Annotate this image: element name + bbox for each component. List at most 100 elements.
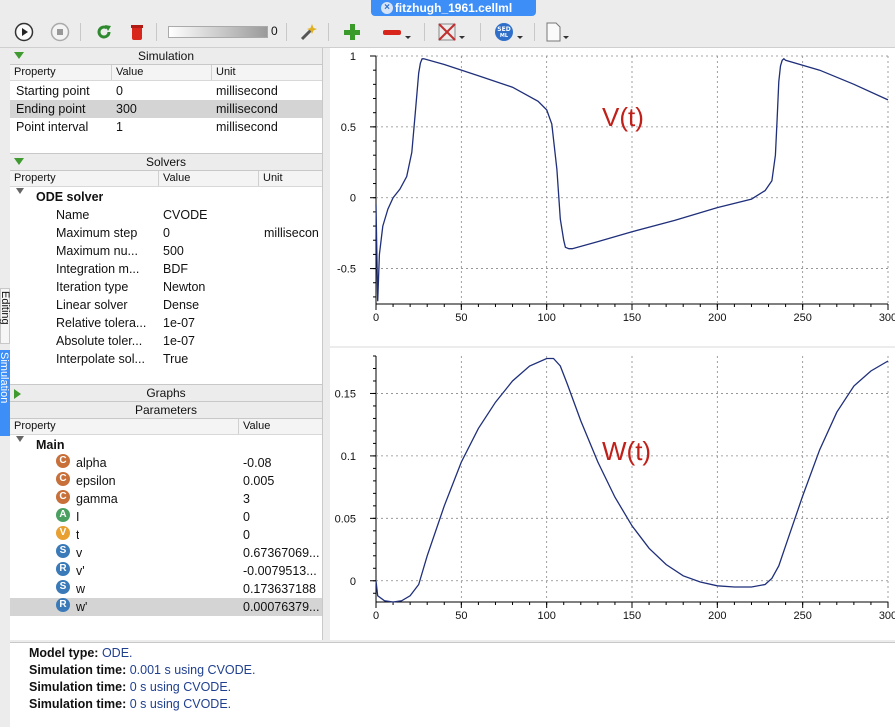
graph-panels: 0 50 100 150 200 250 300 -0.5 0 0.5 1 V(t) 0 50 100 15… <box>330 48 895 640</box>
solver-property-row[interactable]: Relative tolera... 1e-07 <box>10 314 322 332</box>
clear-data-button[interactable] <box>125 21 149 43</box>
solver-property-row[interactable]: Absolute toler... 1e-07 <box>10 332 322 350</box>
parameters-column-headers: Property Value <box>10 419 322 435</box>
parameter-row[interactable]: Rw' 0.00076379... <box>10 598 322 616</box>
parameter-row[interactable]: Rv' -0.0079513... <box>10 562 322 580</box>
parameter-row[interactable]: Vt 0 <box>10 526 322 544</box>
property-value[interactable]: 0 <box>163 224 255 242</box>
add-graph-panel-button[interactable] <box>340 21 364 43</box>
rate-icon: R <box>56 598 70 612</box>
y-tick-label: 0.15 <box>335 388 356 400</box>
graph-panel-w[interactable]: 0 50 100 150 200 250 300 0 0.05 0.1 0.15 W(t) <box>330 348 895 640</box>
parameter-row[interactable]: AI 0 <box>10 508 322 526</box>
file-tab[interactable]: × fitzhugh_1961.cellml <box>371 0 536 16</box>
close-tab-icon[interactable]: × <box>381 2 393 14</box>
log-label: Simulation time: <box>29 663 127 677</box>
simulation-section-header[interactable]: Simulation <box>10 48 322 65</box>
graph-panel-v[interactable]: 0 50 100 150 200 250 300 -0.5 0 0.5 1 V(t) <box>330 48 895 346</box>
property-value[interactable]: BDF <box>163 260 255 278</box>
property-label: Starting point <box>16 84 90 98</box>
cellml-export-button[interactable] <box>544 21 570 43</box>
parameter-row[interactable]: Cepsilon 0.005 <box>10 472 322 490</box>
parameter-value[interactable]: -0.08 <box>243 454 321 472</box>
x-tick-label: 0 <box>373 610 379 622</box>
trash-icon <box>131 25 143 40</box>
stop-icon <box>50 22 70 42</box>
simulation-row-point-interval[interactable]: Point interval 1 millisecond <box>10 118 322 136</box>
property-value[interactable]: 500 <box>163 242 255 260</box>
collapsed-icon <box>14 389 21 399</box>
sedml-export-button[interactable]: SED ML <box>492 21 526 43</box>
property-value[interactable]: Newton <box>163 278 255 296</box>
ode-solver-group[interactable]: ODE solver <box>10 188 322 206</box>
parameter-value[interactable]: 0.67367069... <box>243 544 321 562</box>
x-tick-label: 250 <box>793 610 811 622</box>
constant-icon: C <box>56 472 70 486</box>
parameter-value[interactable]: 3 <box>243 490 321 508</box>
series-line <box>375 357 889 603</box>
parameter-value[interactable]: -0.0079513... <box>243 562 321 580</box>
property-label: Maximum nu... <box>56 244 138 258</box>
parameter-value[interactable]: 0.173637188 <box>243 580 321 598</box>
property-value[interactable]: Dense <box>163 296 255 314</box>
remove-graph-panel-button[interactable] <box>380 21 414 43</box>
graphs-section-header[interactable]: Graphs <box>10 384 322 402</box>
simulation-results-export-button[interactable] <box>436 21 468 43</box>
parameter-row[interactable]: Sv 0.67367069... <box>10 544 322 562</box>
reload-icon <box>97 25 111 39</box>
stop-button[interactable] <box>48 21 72 43</box>
solver-property-row[interactable]: Name CVODE <box>10 206 322 224</box>
x-tick-label: 50 <box>455 312 467 324</box>
property-value[interactable]: CVODE <box>163 206 255 224</box>
w-plot[interactable]: 0 50 100 150 200 250 300 0 0.05 0.1 0.15 W(t) <box>330 348 895 640</box>
x-tick-label: 150 <box>623 312 641 324</box>
delay-slider[interactable] <box>168 26 268 38</box>
solvers-section-header[interactable]: Solvers <box>10 153 322 171</box>
svg-text:SED: SED <box>497 26 510 33</box>
toolbar: 0 SED ML <box>0 17 895 48</box>
parameter-row[interactable]: Sw 0.173637188 <box>10 580 322 598</box>
property-value[interactable]: 0 <box>116 82 123 100</box>
development-mode-button[interactable] <box>296 21 320 43</box>
expand-icon <box>14 158 24 165</box>
simulation-row-starting-point[interactable]: Starting point 0 millisecond <box>10 82 322 100</box>
property-label: Ending point <box>16 102 86 116</box>
property-label: Maximum step <box>56 226 138 240</box>
log-value: 0 s using CVODE. <box>129 680 232 694</box>
simulation-side-tab[interactable]: Simulation <box>0 350 10 436</box>
parameter-value[interactable]: 0 <box>243 508 321 526</box>
collapse-icon[interactable] <box>16 436 24 442</box>
property-value[interactable]: 1e-07 <box>163 332 255 350</box>
property-unit: millisecond <box>216 84 278 98</box>
run-button[interactable] <box>12 21 36 43</box>
solver-property-row[interactable]: Interpolate sol... True <box>10 350 322 368</box>
property-value[interactable]: 300 <box>116 100 137 118</box>
reset-button[interactable] <box>92 21 116 43</box>
property-label: Iteration type <box>56 280 129 294</box>
column-header: Unit <box>258 171 283 186</box>
main-component-group[interactable]: Main <box>10 436 322 454</box>
parameter-value[interactable]: 0.00076379... <box>243 598 321 616</box>
solver-property-row[interactable]: Iteration type Newton <box>10 278 322 296</box>
parameter-row[interactable]: Calpha -0.08 <box>10 454 322 472</box>
collapse-icon[interactable] <box>16 188 24 194</box>
parameter-value[interactable]: 0.005 <box>243 472 321 490</box>
solver-property-row[interactable]: Integration m... BDF <box>10 260 322 278</box>
property-value[interactable]: True <box>163 350 255 368</box>
document-icon <box>546 22 569 42</box>
editing-side-tab[interactable]: Editing <box>0 288 11 344</box>
parameter-value[interactable]: 0 <box>243 526 321 544</box>
log-line: Simulation time: 0 s using CVODE. <box>29 696 231 713</box>
v-plot[interactable]: 0 50 100 150 200 250 300 -0.5 0 0.5 1 V(t) <box>330 48 895 346</box>
property-value[interactable]: 1e-07 <box>163 314 255 332</box>
simulation-row-ending-point[interactable]: Ending point 300 millisecond <box>10 100 322 118</box>
solver-property-row[interactable]: Maximum step 0 millisecon <box>10 224 322 242</box>
solver-property-row[interactable]: Maximum nu... 500 <box>10 242 322 260</box>
column-header: Value <box>111 65 143 80</box>
log-label: Model type: <box>29 646 99 660</box>
parameters-section-header[interactable]: Parameters <box>10 401 322 419</box>
solver-property-row[interactable]: Linear solver Dense <box>10 296 322 314</box>
parameter-row[interactable]: Cgamma 3 <box>10 490 322 508</box>
property-value[interactable]: 1 <box>116 118 123 136</box>
x-tick-label: 250 <box>793 312 811 324</box>
